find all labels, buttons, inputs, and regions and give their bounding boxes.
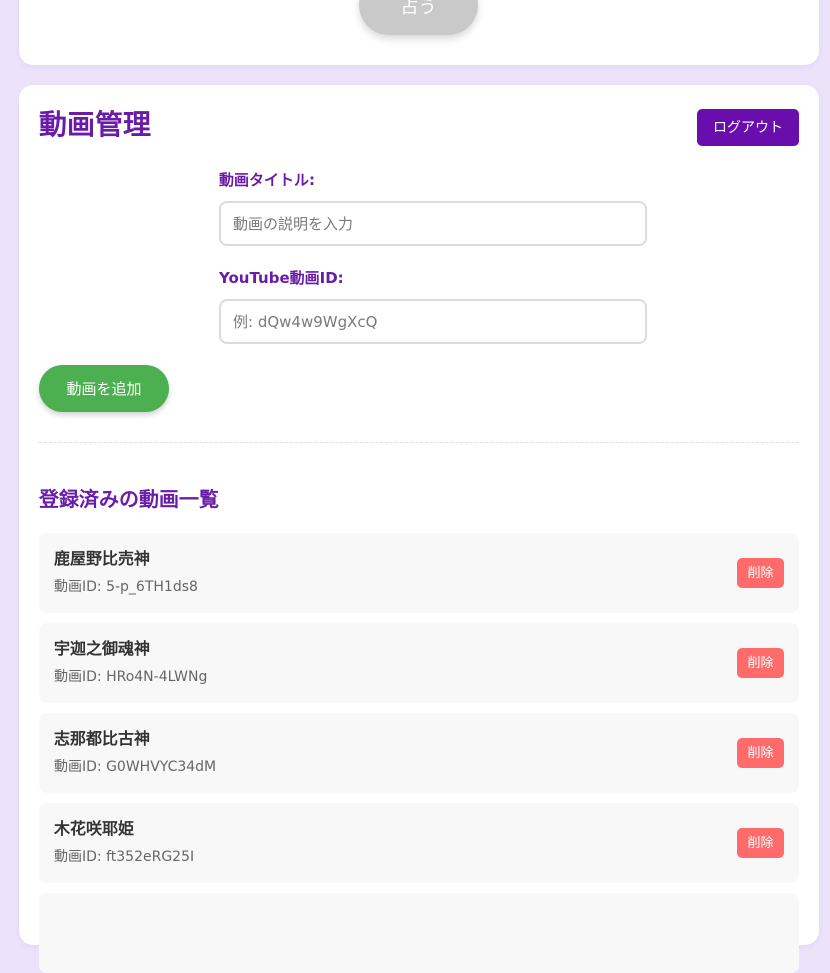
video-list-item: 木花咲耶姫 動画ID: ft352eRG25I 削除 bbox=[39, 803, 799, 883]
video-list-item bbox=[39, 893, 799, 973]
delete-video-button[interactable]: 削除 bbox=[737, 558, 784, 588]
add-video-button[interactable]: 動画を追加 bbox=[39, 365, 169, 412]
video-id-value: G0WHVYC34dM bbox=[106, 759, 217, 775]
youtube-id-label: YouTube動画ID: bbox=[219, 269, 344, 287]
video-id-value: 5-p_6TH1ds8 bbox=[106, 579, 198, 595]
video-id-prefix: 動画ID: bbox=[54, 579, 107, 595]
page-title: 動画管理 bbox=[39, 108, 152, 141]
video-list-item: 志那都比古神 動画ID: G0WHVYC34dM 削除 bbox=[39, 713, 799, 793]
video-item-title: 木花咲耶姫 bbox=[54, 819, 135, 838]
video-id-value: HRo4N-4LWNg bbox=[106, 669, 208, 685]
delete-video-button[interactable]: 削除 bbox=[737, 828, 784, 858]
video-item-id: 動画ID: ft352eRG25I bbox=[54, 847, 194, 867]
delete-video-button[interactable]: 削除 bbox=[737, 648, 784, 678]
video-item-title: 志那都比古神 bbox=[54, 729, 151, 748]
video-list-item: 鹿屋野比売神 動画ID: 5-p_6TH1ds8 削除 bbox=[39, 533, 799, 613]
section-divider bbox=[39, 442, 799, 443]
video-id-prefix: 動画ID: bbox=[54, 849, 107, 865]
fortune-button[interactable]: 占う bbox=[359, 0, 478, 35]
video-id-prefix: 動画ID: bbox=[54, 759, 107, 775]
logout-button[interactable]: ログアウト bbox=[697, 109, 799, 146]
video-admin-panel: 動画管理 ログアウト 動画タイトル: YouTube動画ID: 動画を追加 登録… bbox=[19, 85, 819, 973]
video-title-label: 動画タイトル: bbox=[219, 171, 315, 189]
video-item-id: 動画ID: 5-p_6TH1ds8 bbox=[54, 577, 198, 597]
youtube-id-input[interactable] bbox=[219, 299, 647, 344]
video-id-value: ft352eRG25I bbox=[106, 849, 195, 865]
video-list-heading: 登録済みの動画一覧 bbox=[39, 487, 219, 511]
video-item-id: 動画ID: G0WHVYC34dM bbox=[54, 757, 216, 777]
video-item-title: 宇迦之御魂神 bbox=[54, 639, 151, 658]
video-item-title: 鹿屋野比売神 bbox=[54, 549, 151, 568]
video-list-item: 宇迦之御魂神 動画ID: HRo4N-4LWNg 削除 bbox=[39, 623, 799, 703]
delete-video-button[interactable]: 削除 bbox=[737, 738, 784, 768]
video-id-prefix: 動画ID: bbox=[54, 669, 107, 685]
video-title-input[interactable] bbox=[219, 201, 647, 246]
video-item-id: 動画ID: HRo4N-4LWNg bbox=[54, 667, 207, 687]
